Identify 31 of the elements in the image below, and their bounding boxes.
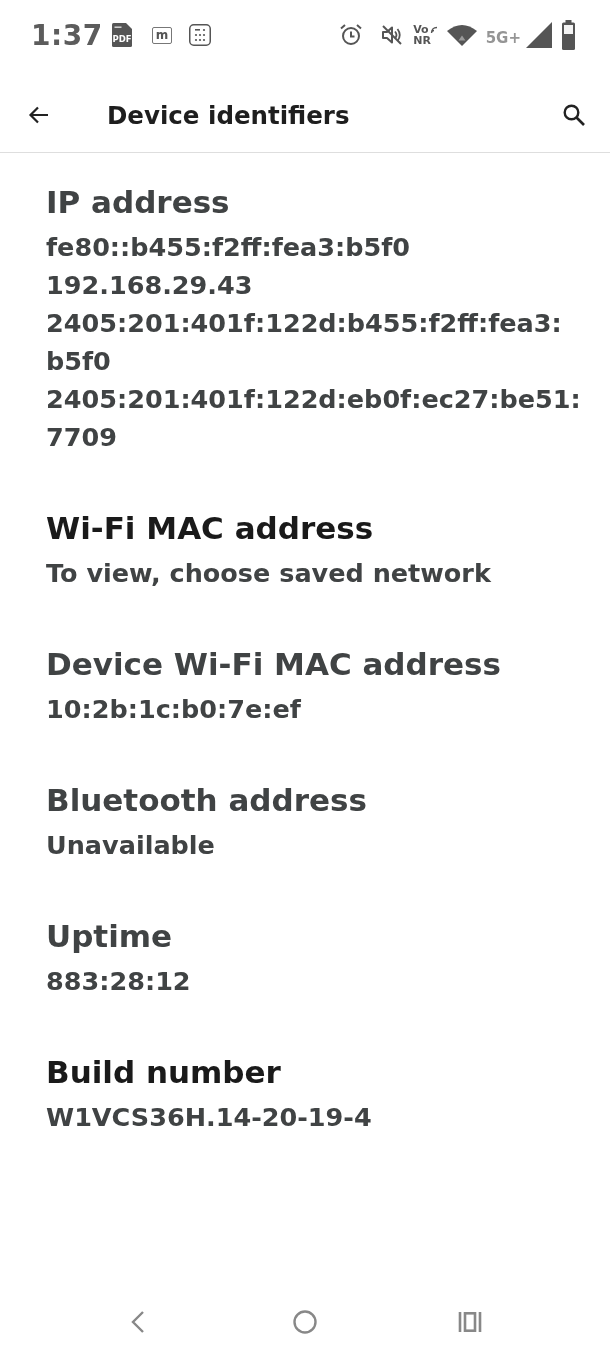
cell-signal-icon: [526, 22, 552, 48]
nav-recents-icon[interactable]: [458, 1312, 482, 1332]
item-title[interactable]: Build number: [46, 1050, 600, 1094]
screen-title: Device identifiers: [107, 100, 350, 130]
item-value: 10:2b:1c:b0:7e:ef: [46, 693, 302, 726]
status-time: 1:37: [31, 18, 103, 52]
item-title: IP address: [46, 183, 231, 222]
item-title: Uptime: [46, 917, 174, 956]
wifi-icon: [446, 24, 477, 46]
item-value: To view, choose saved network: [46, 557, 492, 590]
item-value: 883:28:12: [46, 965, 192, 998]
item-value: 2405:201:401f:122d:eb0f:ec27:be51:7709: [46, 383, 582, 454]
item-title[interactable]: Wi-Fi MAC address: [46, 506, 600, 550]
battery-icon: [562, 20, 575, 50]
item-title: Device Wi-Fi MAC address: [46, 645, 502, 684]
network-type-label: 5G+: [485, 29, 521, 47]
item-value: fe80::b455:f2ff:fea3:b5f0: [46, 231, 412, 264]
alarm-clock-icon: [339, 23, 364, 47]
vonr-label: Vo: [413, 24, 429, 35]
item-value: 192.168.29.43: [46, 269, 254, 302]
search-icon: [562, 103, 586, 127]
vonr-label: NR: [413, 35, 431, 46]
item-value: W1VCS36H.14-20-19-4: [46, 1101, 373, 1134]
item-title: Bluetooth address: [46, 781, 368, 820]
pdf-file-icon: PDF: [111, 23, 132, 47]
app-notification-icon: m: [151, 26, 173, 44]
call-waves-icon: [429, 25, 438, 34]
calculator-icon: [189, 24, 212, 46]
nav-home-icon[interactable]: [293, 1310, 317, 1334]
nav-back-icon[interactable]: [131, 1310, 145, 1334]
item-value: Unavailable: [46, 829, 216, 862]
